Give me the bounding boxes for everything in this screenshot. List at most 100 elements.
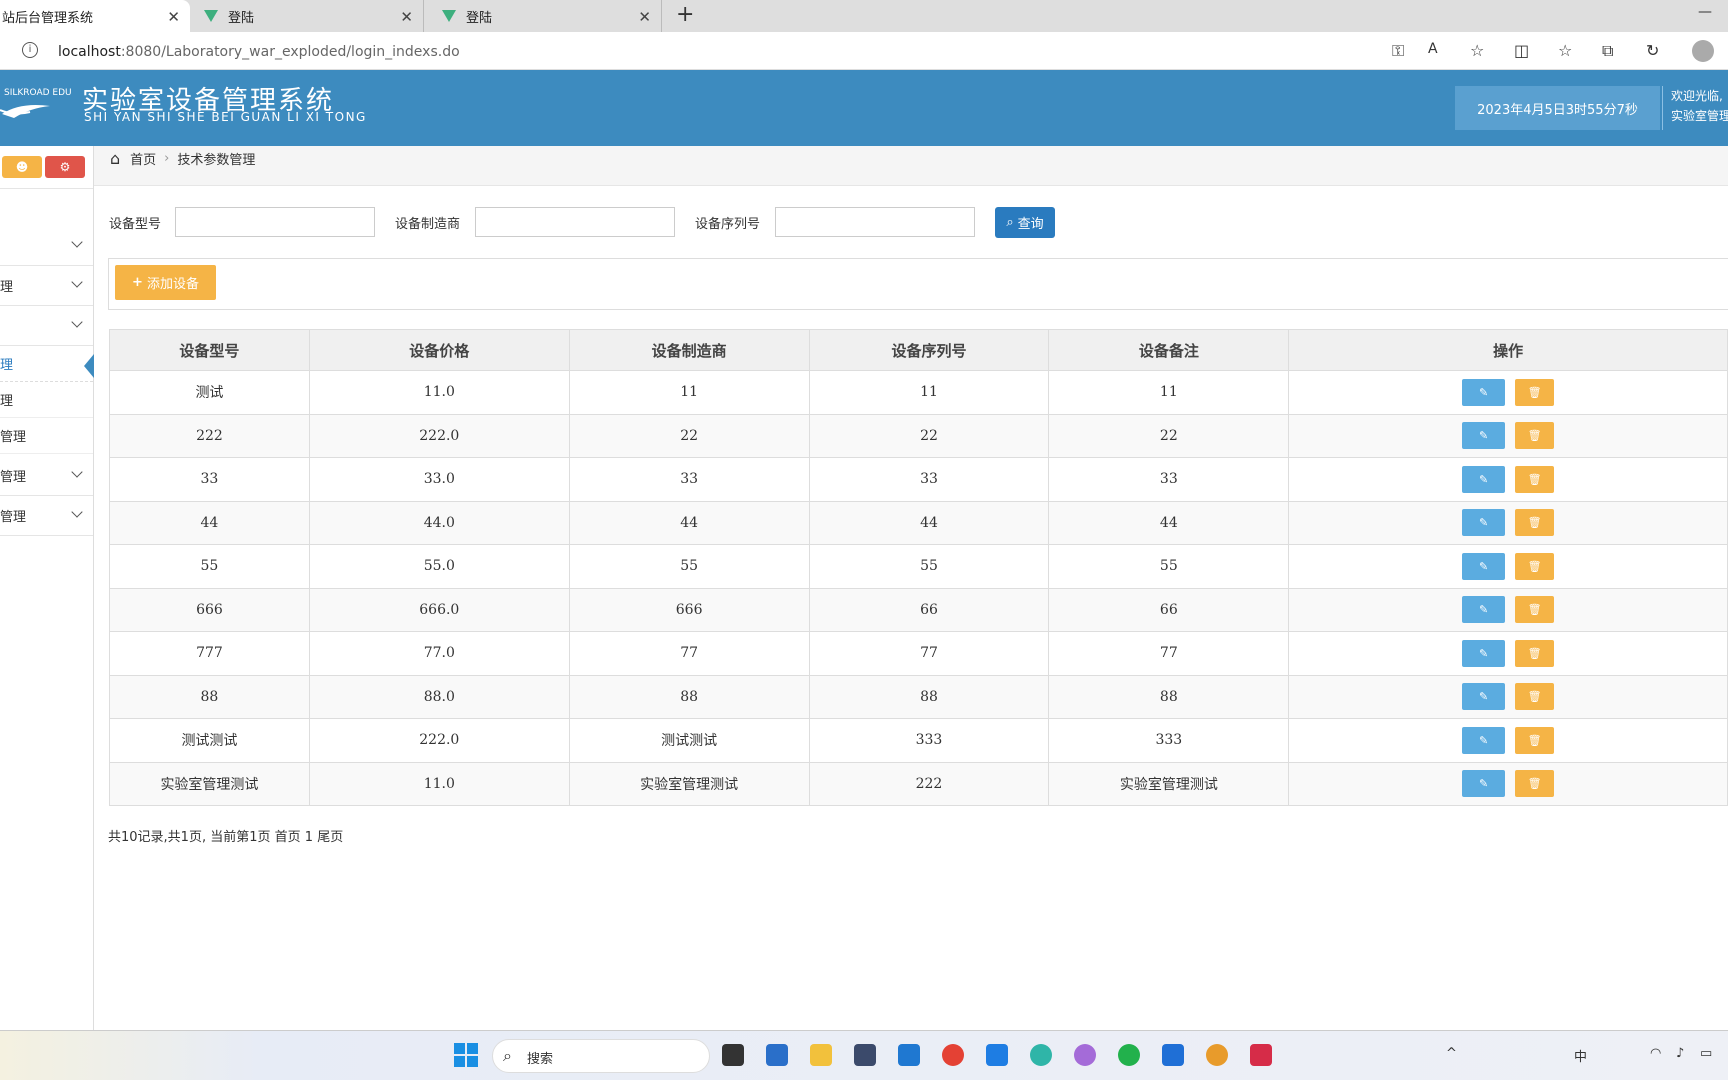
tray-expand-icon[interactable]: ^: [1446, 1046, 1457, 1061]
sidebar-menu-item[interactable]: 管理: [0, 496, 93, 536]
delete-button[interactable]: 🗑: [1515, 770, 1555, 798]
edit-button[interactable]: ✎: [1462, 770, 1506, 798]
split-screen-icon[interactable]: ◫: [1514, 41, 1529, 60]
edit-button[interactable]: ✎: [1462, 683, 1506, 711]
trash-icon: 🗑: [1527, 385, 1542, 399]
typora-icon[interactable]: [986, 1044, 1008, 1066]
sidebar-item-label: 管理: [0, 470, 27, 485]
delete-button[interactable]: 🗑: [1515, 726, 1555, 754]
table-cell: 测试测试: [568, 718, 810, 763]
browser-tab[interactable]: 登陆 ✕: [430, 0, 662, 32]
last-page-link[interactable]: 尾页: [317, 830, 343, 845]
url-field[interactable]: i localhost:8080/Laboratory_war_exploded…: [6, 35, 1484, 67]
column-header: 设备型号: [109, 329, 310, 371]
browser-address-bar: i localhost:8080/Laboratory_war_exploded…: [0, 32, 1728, 70]
read-aloud-icon[interactable]: A: [1428, 41, 1438, 57]
history-icon[interactable]: ↻: [1646, 41, 1659, 60]
home-icon[interactable]: ⌂: [110, 149, 120, 168]
cloud-icon[interactable]: [898, 1044, 920, 1066]
sidebar-menu-item[interactable]: [0, 306, 93, 346]
new-tab-button[interactable]: +: [676, 2, 694, 27]
sidebar-subitem[interactable]: 管理: [0, 418, 93, 454]
sidebar-item-label: 管理: [0, 510, 27, 525]
info-icon[interactable]: i: [22, 42, 38, 58]
query-button[interactable]: ⌕ 查询: [995, 207, 1055, 238]
close-tab-icon[interactable]: ✕: [400, 8, 413, 26]
column-header: 设备序列号: [808, 329, 1050, 371]
close-tab-icon[interactable]: ✕: [167, 8, 180, 26]
app-icon[interactable]: [854, 1044, 876, 1066]
store-icon[interactable]: [766, 1044, 788, 1066]
delete-button[interactable]: 🗑: [1515, 465, 1555, 493]
column-header: 设备价格: [308, 329, 570, 371]
delete-button[interactable]: 🗑: [1515, 639, 1555, 667]
trash-icon: 🗑: [1527, 777, 1542, 791]
profile-avatar[interactable]: [1692, 40, 1714, 62]
wifi-icon[interactable]: ◠: [1650, 1046, 1661, 1061]
chevron-down-icon: [71, 236, 83, 248]
browser-tab[interactable]: 登陆 ✕: [192, 0, 424, 32]
edit-button[interactable]: ✎: [1462, 422, 1506, 450]
table-cell: 222.0: [308, 413, 570, 458]
sidebar-menu-item[interactable]: 管理: [0, 456, 93, 496]
edit-button[interactable]: ✎: [1462, 378, 1506, 406]
minimize-button[interactable]: —: [1698, 4, 1712, 20]
close-tab-icon[interactable]: ✕: [638, 8, 651, 26]
delete-button[interactable]: 🗑: [1515, 683, 1555, 711]
chrome-icon[interactable]: [942, 1044, 964, 1066]
sidebar-menu-item[interactable]: 理: [0, 266, 93, 306]
table-cell: 44: [1048, 500, 1290, 545]
add-device-button[interactable]: + 添加设备: [115, 265, 216, 300]
actions-cell: ✎ 🗑: [1288, 370, 1728, 415]
edge-icon[interactable]: [1030, 1044, 1052, 1066]
edit-button[interactable]: ✎: [1462, 596, 1506, 624]
edit-button[interactable]: ✎: [1462, 726, 1506, 754]
table-row: 222 222.0 22 22 22 ✎ 🗑: [109, 413, 1728, 458]
intellij-icon[interactable]: [1250, 1044, 1272, 1066]
key-icon[interactable]: ⚿: [1392, 41, 1404, 61]
users-button[interactable]: ☻: [2, 156, 42, 178]
battery-icon[interactable]: ▭: [1700, 1046, 1712, 1061]
volume-icon[interactable]: ♪: [1676, 1046, 1684, 1061]
edit-button[interactable]: ✎: [1462, 465, 1506, 493]
first-page-link[interactable]: 首页: [275, 830, 301, 845]
chevron-down-icon: [71, 316, 83, 328]
settings-button[interactable]: ⚙: [45, 156, 85, 178]
delete-button[interactable]: 🗑: [1515, 552, 1555, 580]
edit-button[interactable]: ✎: [1462, 552, 1506, 580]
sidebar-menu-item[interactable]: [0, 226, 93, 266]
sidebar-subitem[interactable]: 理: [0, 382, 93, 418]
delete-button[interactable]: 🗑: [1515, 422, 1555, 450]
table-cell: 666: [109, 587, 310, 632]
model-input[interactable]: [175, 207, 375, 237]
table-cell: 33: [109, 457, 310, 502]
app-icon[interactable]: [1206, 1044, 1228, 1066]
edit-button[interactable]: ✎: [1462, 509, 1506, 537]
add-favorite-icon[interactable]: ☆: [1470, 41, 1484, 60]
table-cell: 44: [109, 500, 310, 545]
serial-input[interactable]: [775, 207, 975, 237]
windows-start-icon[interactable]: [454, 1043, 478, 1067]
delete-button[interactable]: 🗑: [1515, 378, 1555, 406]
kugou-icon[interactable]: [1162, 1044, 1184, 1066]
taskbar-search[interactable]: ⌕ 搜索: [492, 1039, 710, 1073]
datetime-display: 2023年4月5日3时55分7秒: [1455, 86, 1660, 130]
wechat-icon[interactable]: [1118, 1044, 1140, 1066]
breadcrumb-home[interactable]: 首页: [130, 149, 156, 168]
sidebar-subitem-active[interactable]: 理: [0, 346, 93, 382]
delete-button[interactable]: 🗑: [1515, 509, 1555, 537]
table-cell: 实验室管理测试: [109, 761, 310, 806]
manufacturer-input[interactable]: [475, 207, 675, 237]
file-explorer-icon[interactable]: [810, 1044, 832, 1066]
collections-icon[interactable]: ⧉: [1602, 41, 1613, 61]
actions-cell: ✎ 🗑: [1288, 718, 1728, 763]
page-number-link[interactable]: 1: [305, 830, 313, 845]
ime-indicator[interactable]: 中: [1574, 1046, 1587, 1065]
table-cell: 222: [109, 413, 310, 458]
favorites-icon[interactable]: ☆: [1558, 41, 1572, 60]
task-view-icon[interactable]: [722, 1044, 744, 1066]
browser-tab-active[interactable]: 站后台管理系统 ✕: [0, 0, 190, 32]
app-icon[interactable]: [1074, 1044, 1096, 1066]
delete-button[interactable]: 🗑: [1515, 596, 1555, 624]
edit-button[interactable]: ✎: [1462, 639, 1506, 667]
